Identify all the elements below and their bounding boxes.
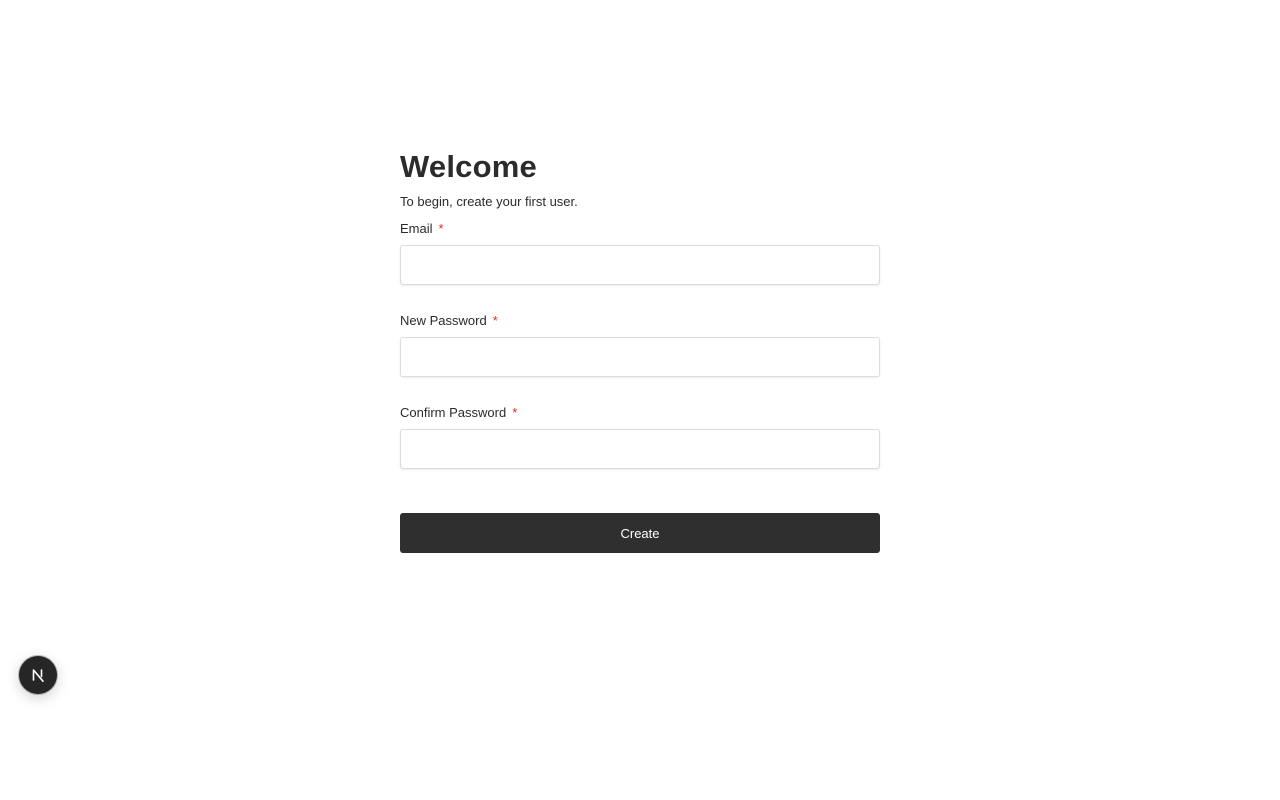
nextjs-icon [32, 669, 44, 682]
required-marker: * [492, 313, 498, 328]
email-field-group: Email * [400, 221, 880, 285]
new-password-field-group: New Password * [400, 313, 880, 377]
page-subtitle: To begin, create your first user. [400, 194, 578, 209]
required-marker: * [438, 221, 444, 236]
create-first-user-form: Welcome To begin, create your first user… [400, 148, 880, 553]
nextjs-dev-badge[interactable] [19, 656, 57, 694]
confirm-password-input[interactable] [400, 429, 880, 469]
email-label: Email [400, 221, 433, 236]
email-label-row: Email * [400, 221, 880, 237]
email-input[interactable] [400, 245, 880, 285]
new-password-label-row: New Password * [400, 313, 880, 329]
page-title: Welcome [400, 149, 537, 184]
new-password-input[interactable] [400, 337, 880, 377]
confirm-password-label: Confirm Password [400, 405, 507, 420]
page: Welcome To begin, create your first user… [0, 0, 1280, 800]
confirm-password-label-row: Confirm Password * [400, 405, 880, 421]
create-button[interactable]: Create [400, 513, 880, 553]
required-marker: * [512, 405, 518, 420]
new-password-label: New Password [400, 313, 487, 328]
confirm-password-field-group: Confirm Password * [400, 405, 880, 469]
